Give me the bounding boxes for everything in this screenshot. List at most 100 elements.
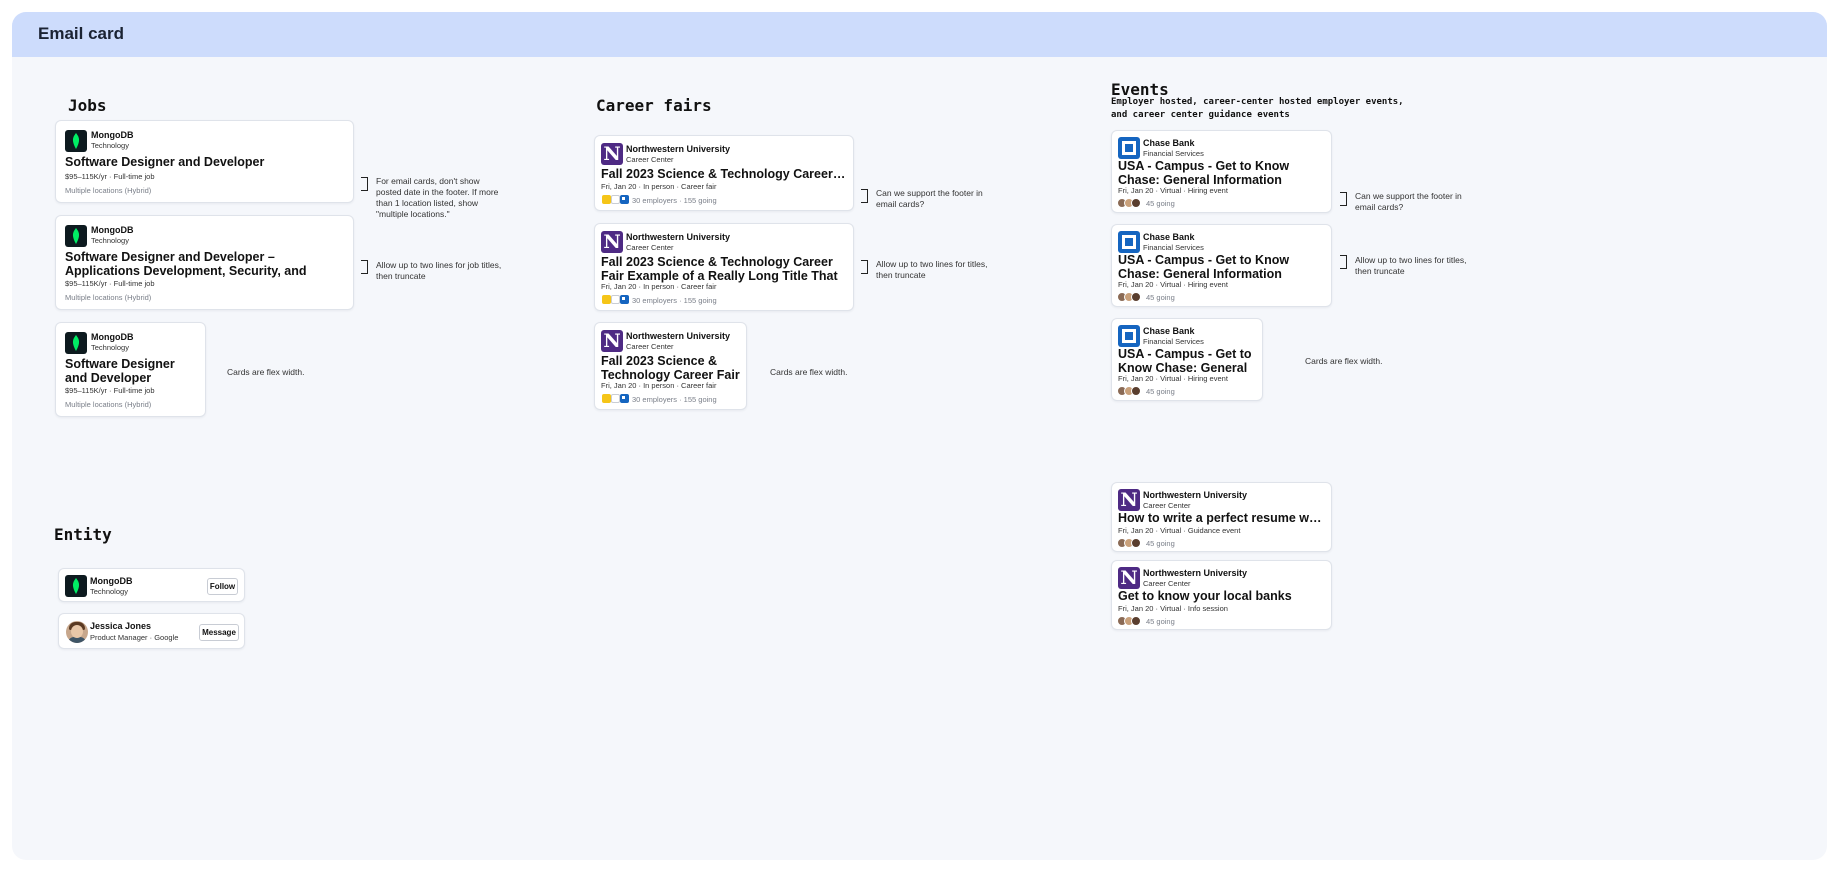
annotation-note: Allow up to two lines for titles, then t… (1355, 255, 1467, 276)
canvas: Email card Jobs MongoDB Technology Softw… (12, 12, 1827, 860)
fair-title[interactable]: Fall 2023 Science & Technology Career Fa… (601, 255, 847, 283)
org-name: Northwestern University (1143, 490, 1248, 500)
northwestern-logo-icon: N (1118, 567, 1140, 589)
employer-logo-icon (620, 295, 629, 304)
job-meta: $95–115K/yr · Full-time job (65, 386, 155, 395)
job-location: Multiple locations (Hybrid) (65, 186, 152, 195)
entity-name: Jessica Jones (90, 621, 152, 631)
org-name: Northwestern University (626, 232, 731, 242)
event-title[interactable]: USA - Campus - Get to Know Chase: Genera… (1118, 347, 1260, 375)
job-title[interactable]: Software Designer and Developer (65, 357, 200, 385)
job-meta: $95–115K/yr · Full-time job (65, 172, 155, 181)
employer-logo-icon (602, 195, 611, 204)
event-card[interactable]: N Northwestern University Career Center … (1111, 482, 1332, 552)
mongodb-logo-icon (65, 130, 87, 152)
org-name: Chase Bank (1143, 232, 1195, 242)
company-name: MongoDB (91, 332, 134, 342)
event-footer: 45 going (1146, 199, 1175, 208)
events-subheading: Employer hosted, career-center hosted em… (1111, 97, 1404, 120)
employer-logo-icon (611, 295, 620, 304)
employer-logo-icon (620, 394, 629, 403)
event-card[interactable]: N Northwestern University Career Center … (1111, 560, 1332, 630)
chase-logo-icon (1118, 231, 1140, 253)
entity-name: MongoDB (90, 576, 133, 586)
job-card[interactable]: MongoDB Technology Software Designer and… (55, 120, 354, 203)
attendee-avatar (1131, 538, 1141, 548)
career-fair-card[interactable]: N Northwestern University Career Center … (594, 223, 854, 311)
company-name: MongoDB (91, 130, 134, 140)
event-card[interactable]: Chase Bank Financial Services USA - Camp… (1111, 224, 1332, 307)
event-title[interactable]: USA - Campus - Get to Know Chase: Genera… (1118, 253, 1328, 281)
company-name: MongoDB (91, 225, 134, 235)
fair-footer: 30 employers · 155 going (632, 296, 717, 305)
northwestern-logo-icon: N (601, 143, 623, 165)
jobs-heading: Jobs (68, 96, 107, 115)
northwestern-logo-icon: N (1118, 489, 1140, 511)
fair-footer: 30 employers · 155 going (632, 196, 717, 205)
event-card[interactable]: Chase Bank Financial Services USA - Camp… (1111, 130, 1332, 213)
mongodb-logo-icon (65, 332, 87, 354)
event-footer: 45 going (1146, 387, 1175, 396)
attendee-avatar (1131, 616, 1141, 626)
org-category: Financial Services (1143, 243, 1204, 252)
annotation-bracket (1340, 255, 1347, 269)
employer-logo-icon (611, 394, 620, 403)
entity-subtitle: Technology (90, 587, 128, 596)
org-name: Chase Bank (1143, 138, 1195, 148)
event-footer: 45 going (1146, 539, 1175, 548)
job-card[interactable]: MongoDB Technology Software Designer and… (55, 322, 206, 417)
annotation-note: For email cards, don't show posted date … (376, 176, 499, 219)
event-title[interactable]: USA - Campus - Get to Know Chase: Genera… (1118, 159, 1328, 187)
attendee-avatar (1131, 198, 1141, 208)
org-category: Career Center (1143, 501, 1191, 510)
entity-card[interactable]: Jessica Jones Product Manager · Google M… (58, 613, 245, 649)
annotation-bracket (861, 189, 868, 203)
fair-title[interactable]: Fall 2023 Science & Technology Career Fa… (601, 167, 847, 181)
org-name: Chase Bank (1143, 326, 1195, 336)
mongodb-logo-icon (65, 575, 87, 597)
org-category: Financial Services (1143, 149, 1204, 158)
job-title[interactable]: Software Designer and Developer – Applic… (65, 250, 347, 278)
annotation-bracket (1340, 192, 1347, 206)
employer-logo-icon (620, 195, 629, 204)
employer-logo-icon (602, 295, 611, 304)
attendee-avatar (1131, 292, 1141, 302)
fair-footer: 30 employers · 155 going (632, 395, 717, 404)
annotation-note: Cards are flex width. (770, 367, 848, 377)
annotation-note: Allow up to two lines for job titles, th… (376, 260, 502, 281)
page-title: Email card (38, 24, 124, 43)
fair-meta: Fri, Jan 20 · In person · Career fair (601, 282, 717, 291)
follow-button[interactable]: Follow (207, 578, 238, 595)
event-meta: Fri, Jan 20 · Virtual · Hiring event (1118, 186, 1228, 195)
event-card[interactable]: Chase Bank Financial Services USA - Camp… (1111, 318, 1263, 401)
job-title[interactable]: Software Designer and Developer (65, 155, 345, 169)
event-footer: 45 going (1146, 293, 1175, 302)
message-button[interactable]: Message (199, 624, 239, 641)
annotation-note: Can we support the footer in email cards… (876, 188, 983, 209)
job-card[interactable]: MongoDB Technology Software Designer and… (55, 215, 354, 310)
annotation-bracket (361, 260, 368, 274)
annotation-bracket (361, 177, 368, 191)
fair-title[interactable]: Fall 2023 Science & Technology Career Fa… (601, 354, 741, 382)
org-name: Northwestern University (1143, 568, 1248, 578)
company-category: Technology (91, 343, 129, 352)
chase-logo-icon (1118, 325, 1140, 347)
mongodb-logo-icon (65, 225, 87, 247)
event-title[interactable]: How to write a perfect resume workshop (1118, 511, 1328, 525)
org-name: Northwestern University (626, 331, 731, 341)
career-fair-card[interactable]: N Northwestern University Career Center … (594, 322, 747, 410)
annotation-note: Cards are flex width. (1305, 356, 1383, 366)
org-category: Career Center (626, 342, 674, 351)
job-location: Multiple locations (Hybrid) (65, 293, 152, 302)
career-fair-card[interactable]: N Northwestern University Career Center … (594, 135, 854, 211)
attendee-avatar (1131, 386, 1141, 396)
event-meta: Fri, Jan 20 · Virtual · Info session (1118, 604, 1228, 613)
annotation-note: Allow up to two lines for titles, then t… (876, 259, 988, 280)
page-header: Email card (12, 12, 1827, 57)
org-category: Career Center (626, 243, 674, 252)
entity-card[interactable]: MongoDB Technology Follow (58, 568, 245, 602)
event-title[interactable]: Get to know your local banks (1118, 589, 1328, 603)
event-meta: Fri, Jan 20 · Virtual · Hiring event (1118, 374, 1228, 383)
event-footer: 45 going (1146, 617, 1175, 626)
career-fairs-heading: Career fairs (596, 96, 712, 115)
